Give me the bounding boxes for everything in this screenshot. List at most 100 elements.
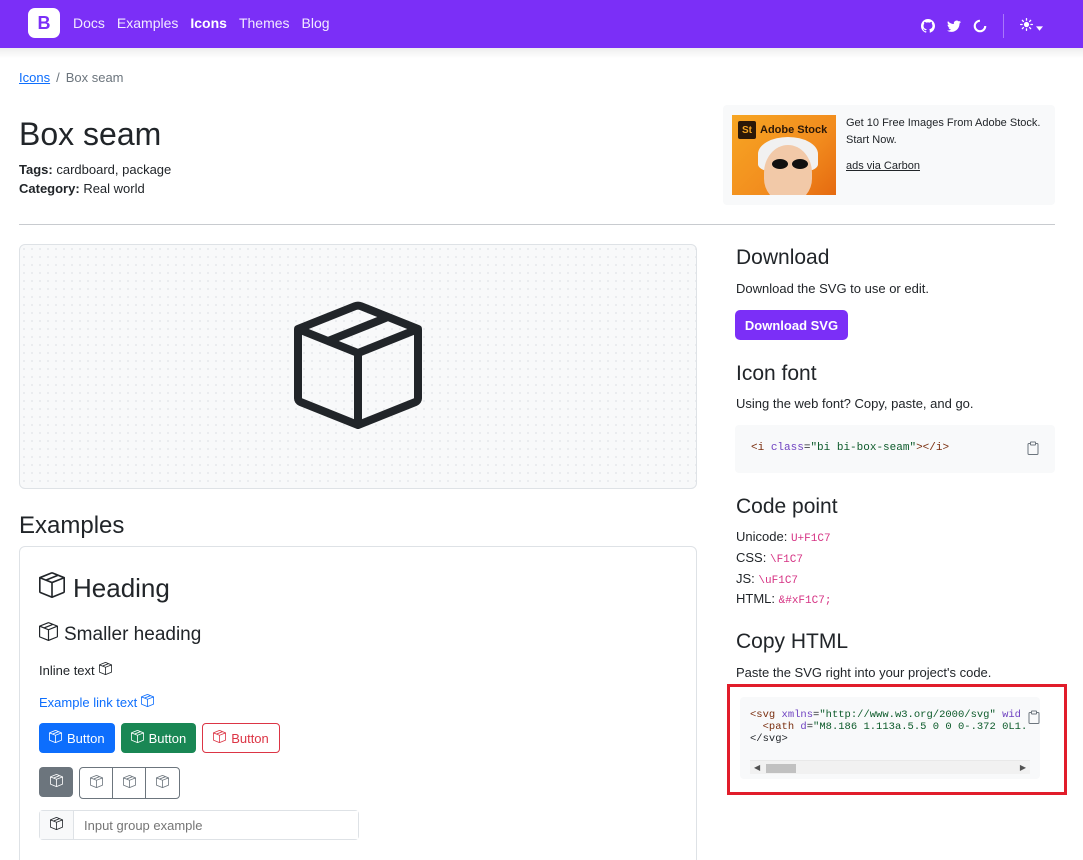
css-row: CSS: \F1C7 <box>736 550 803 566</box>
primary-button-label: Button <box>67 730 105 746</box>
example-link[interactable]: Example link text <box>39 694 155 710</box>
example-heading: Heading <box>39 572 170 605</box>
code-token: ></i> <box>916 442 950 454</box>
box-seam-icon <box>50 817 63 833</box>
category-value: Real world <box>83 181 145 196</box>
copy-html-desc: Paste the SVG right into your project's … <box>736 665 992 680</box>
code-point-title: Code point <box>736 495 838 518</box>
page-title: Box seam <box>19 116 162 152</box>
copy-html-title: Copy HTML <box>736 630 849 653</box>
html-label: HTML: <box>736 591 775 606</box>
ad-image-face <box>764 145 812 195</box>
adobe-stock-text: Adobe Stock <box>760 124 828 136</box>
github-icon[interactable] <box>921 19 935 33</box>
breadcrumb-separator: / <box>56 70 60 85</box>
example-inline-text: Inline text <box>39 662 112 678</box>
js-row: JS: \uF1C7 <box>736 571 798 587</box>
category-row: Category: Real world <box>19 181 145 196</box>
breadcrumb-current: Box seam <box>65 70 124 85</box>
navbar: B Docs Examples Icons Themes Blog <box>0 0 1083 48</box>
icon-font-code-line: <i class="bi bi-box-seam"></i> <box>751 442 949 454</box>
download-svg-button[interactable]: Download SVG <box>735 310 848 340</box>
unicode-row: Unicode: U+F1C7 <box>736 529 831 545</box>
box-seam-icon <box>49 730 62 746</box>
breadcrumb-link-icons[interactable]: Icons <box>19 70 50 85</box>
nav-link-blog[interactable]: Blog <box>302 15 330 31</box>
theme-toggle[interactable] <box>1020 18 1043 34</box>
icon-font-code: <i class="bi bi-box-seam"></i> <box>735 425 1055 473</box>
icon-button-row <box>39 767 180 799</box>
unicode-label: Unicode: <box>736 529 788 544</box>
adobe-stock-logo: St Adobe Stock <box>738 121 827 139</box>
nav-link-themes[interactable]: Themes <box>239 15 290 31</box>
nav-divider <box>1003 14 1004 38</box>
ad-text[interactable]: Get 10 Free Images From Adobe Stock. Sta… <box>846 115 1046 149</box>
outline-danger-button[interactable]: Button <box>202 723 280 753</box>
opencollective-icon[interactable] <box>973 19 987 33</box>
nav-link-examples[interactable]: Examples <box>117 15 178 31</box>
js-label: JS: <box>736 571 755 586</box>
code-token: class <box>770 442 804 454</box>
css-label: CSS: <box>736 550 767 565</box>
icon-font-title: Icon font <box>736 362 817 385</box>
ad-via-link[interactable]: ads via Carbon <box>846 160 920 172</box>
icon-preview <box>19 244 697 489</box>
caret-down-icon <box>1036 18 1043 34</box>
example-smaller-heading: Smaller heading <box>39 622 201 647</box>
ad-image-glasses <box>772 159 810 169</box>
box-seam-icon <box>89 775 103 791</box>
bootstrap-logo[interactable]: B <box>28 8 60 38</box>
box-seam-icon <box>130 730 144 746</box>
download-title: Download <box>736 246 830 269</box>
example-smaller-heading-text: Smaller heading <box>64 623 202 645</box>
example-buttons: Button Button Button <box>39 723 280 753</box>
nav-right <box>921 14 1043 38</box>
box-seam-icon <box>294 301 422 432</box>
example-link-text[interactable]: Example link text <box>39 695 137 710</box>
group-button-3[interactable] <box>146 768 179 798</box>
box-seam-icon <box>213 730 227 746</box>
icon-button-group <box>79 767 180 799</box>
example-inline-text-label: Inline text <box>39 662 95 678</box>
box-seam-icon <box>49 774 63 790</box>
tags-value: cardboard, package <box>56 162 172 177</box>
input-group-field[interactable] <box>74 811 358 839</box>
box-seam-icon <box>98 662 112 678</box>
examples-box: Heading Smaller heading Inline text Exam… <box>19 546 697 860</box>
box-seam-icon <box>39 572 65 605</box>
ad-image[interactable]: St Adobe Stock <box>732 115 836 195</box>
clipboard-icon[interactable] <box>1027 441 1039 455</box>
examples-title: Examples <box>19 512 125 539</box>
breadcrumb: Icons / Box seam <box>19 70 124 85</box>
nav-links: Docs Examples Icons Themes Blog <box>73 15 330 31</box>
icon-only-button[interactable] <box>39 767 73 797</box>
box-seam-icon <box>141 694 155 710</box>
icon-font-desc: Using the web font? Copy, paste, and go. <box>736 396 974 411</box>
unicode-value: U+F1C7 <box>790 533 831 545</box>
category-label: Category: <box>19 181 80 196</box>
adobe-stock-mark: St <box>738 121 756 139</box>
code-token: "bi bi-box-seam" <box>810 442 917 454</box>
outline-danger-button-label: Button <box>231 730 269 746</box>
code-token: <i <box>751 442 771 454</box>
highlight-box <box>727 684 1067 795</box>
example-heading-text: Heading <box>73 573 170 603</box>
success-button[interactable]: Button <box>120 723 197 753</box>
group-button-1[interactable] <box>80 768 113 798</box>
box-seam-icon <box>156 775 169 791</box>
js-value: \uF1C7 <box>758 575 799 587</box>
navbar-shadow <box>0 48 1083 58</box>
tags-label: Tags: <box>19 162 53 177</box>
primary-button[interactable]: Button <box>39 723 115 753</box>
sun-icon <box>1020 18 1033 34</box>
box-seam-icon <box>122 775 136 791</box>
html-row: HTML: &#xF1C7; <box>736 591 831 607</box>
input-group <box>39 810 359 840</box>
twitter-icon[interactable] <box>947 19 961 33</box>
download-desc: Download the SVG to use or edit. <box>736 281 929 296</box>
nav-link-docs[interactable]: Docs <box>73 15 105 31</box>
group-button-2[interactable] <box>113 768 146 798</box>
carbon-ad: St Adobe Stock Get 10 Free Images From A… <box>723 105 1055 205</box>
nav-link-icons[interactable]: Icons <box>190 15 227 31</box>
html-value: &#xF1C7; <box>778 595 832 607</box>
